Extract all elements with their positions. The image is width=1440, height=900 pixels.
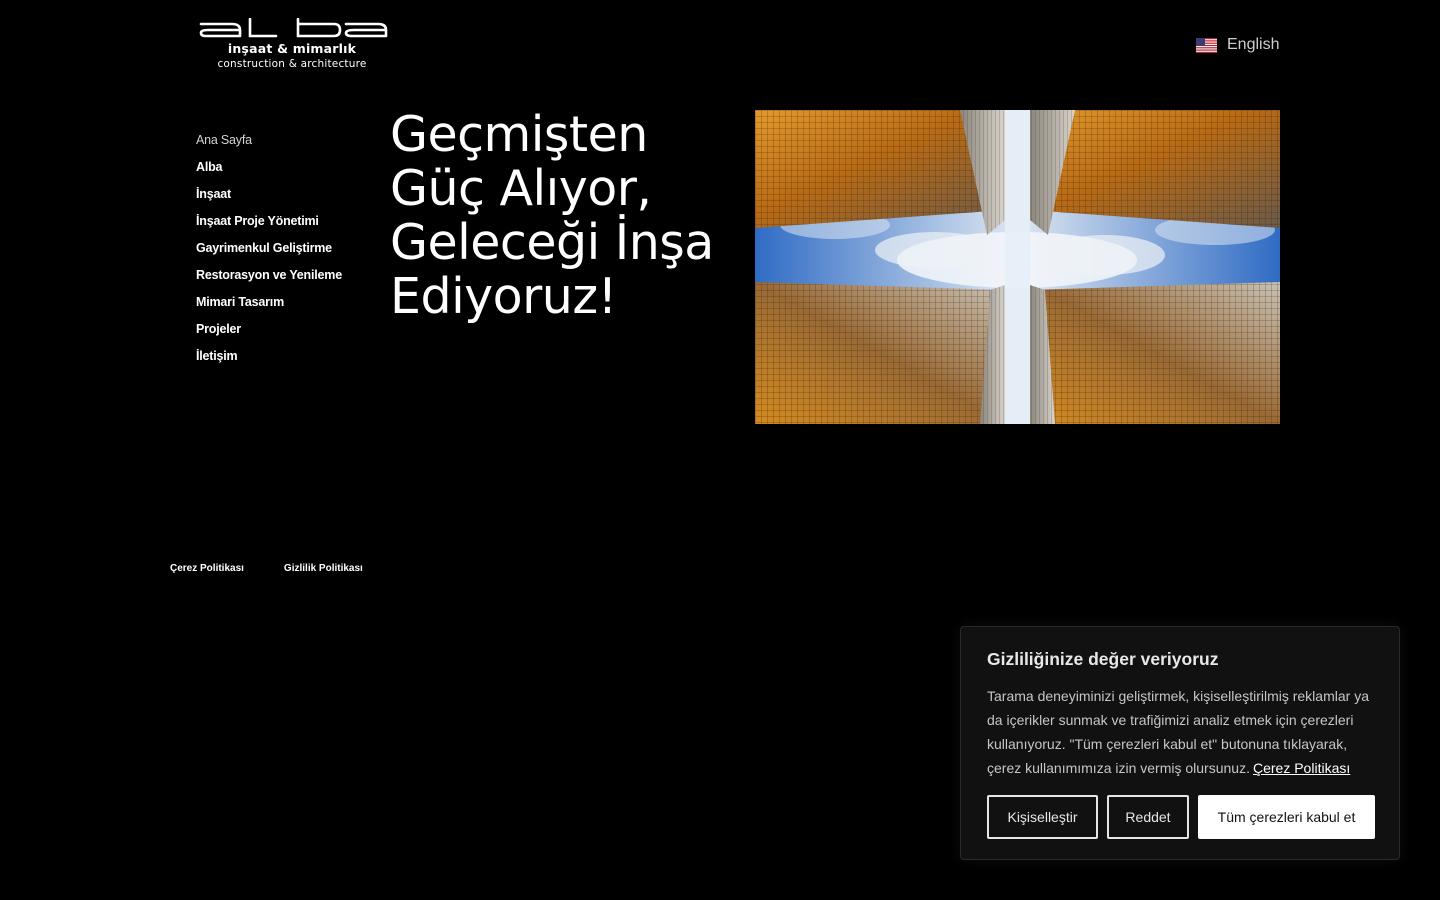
nav-link-iletisim[interactable]: İletişim: [196, 349, 238, 363]
footer-links: Çerez Politikası Gizlilik Politikası: [170, 563, 363, 574]
us-flag-icon: [1196, 37, 1217, 53]
cookie-policy-link[interactable]: Çerez Politikası: [170, 563, 244, 574]
nav-item-iletisim: İletişim: [196, 346, 342, 373]
nav-link-projeler[interactable]: Projeler: [196, 322, 241, 336]
nav-item-ana-sayfa: Ana Sayfa: [196, 130, 342, 157]
cookie-banner-policy-link[interactable]: Çerez Politikası: [1253, 760, 1350, 776]
language-switcher[interactable]: English: [1196, 36, 1279, 54]
hero-image: [755, 110, 1280, 424]
nav-link-insaat[interactable]: İnşaat: [196, 187, 231, 201]
nav-link-ana-sayfa[interactable]: Ana Sayfa: [196, 133, 252, 147]
cookie-banner-title: Gizliliğinize değer veriyoruz: [987, 649, 1219, 669]
nav-item-alba: Alba: [196, 157, 342, 184]
reject-button[interactable]: Reddet: [1107, 795, 1189, 839]
main-navigation: Ana Sayfa Alba İnşaat İnşaat Proje Yönet…: [196, 130, 342, 373]
logo-subtitle-en: construction & architecture: [217, 58, 367, 70]
language-label: English: [1227, 36, 1280, 53]
cookie-banner-text: Tarama deneyiminizi geliştirmek, kişisel…: [987, 684, 1373, 780]
skyscrapers-image-icon: [755, 110, 1280, 424]
customize-button[interactable]: Kişiselleştir: [987, 795, 1098, 839]
nav-link-alba[interactable]: Alba: [196, 160, 222, 174]
cookie-banner-buttons: Kişiselleştir Reddet Tüm çerezleri kabul…: [987, 795, 1375, 839]
nav-link-insaat-proje-yonetimi[interactable]: İnşaat Proje Yönetimi: [196, 214, 319, 228]
nav-link-gayrimenkul-gelistirme[interactable]: Gayrimenkul Geliştirme: [196, 241, 332, 255]
alba-wordmark-icon: [199, 18, 388, 38]
page: inşaat & mimarlık construction & archite…: [0, 0, 1440, 900]
logo-subtitle-tr: inşaat & mimarlık: [227, 41, 357, 56]
privacy-policy-link[interactable]: Gizlilik Politikası: [284, 563, 363, 574]
nav-item-restorasyon: Restorasyon ve Yenileme: [196, 265, 342, 292]
alba-logo[interactable]: inşaat & mimarlık construction & archite…: [198, 18, 388, 74]
nav-item-insaat-proje-yonetimi: İnşaat Proje Yönetimi: [196, 211, 342, 238]
hero-headline: Geçmişten Güç Alıyor, Geleceği İnşa Ediy…: [390, 106, 714, 325]
nav-link-restorasyon[interactable]: Restorasyon ve Yenileme: [196, 268, 342, 282]
nav-item-gayrimenkul-gelistirme: Gayrimenkul Geliştirme: [196, 238, 342, 265]
nav-item-mimari-tasarim: Mimari Tasarım: [196, 292, 342, 319]
cookie-consent-banner: Gizliliğinize değer veriyoruz Tarama den…: [960, 626, 1400, 860]
accept-all-button[interactable]: Tüm çerezleri kabul et: [1198, 795, 1375, 839]
nav-item-insaat: İnşaat: [196, 184, 342, 211]
nav-item-projeler: Projeler: [196, 319, 342, 346]
nav-link-mimari-tasarim[interactable]: Mimari Tasarım: [196, 295, 284, 309]
